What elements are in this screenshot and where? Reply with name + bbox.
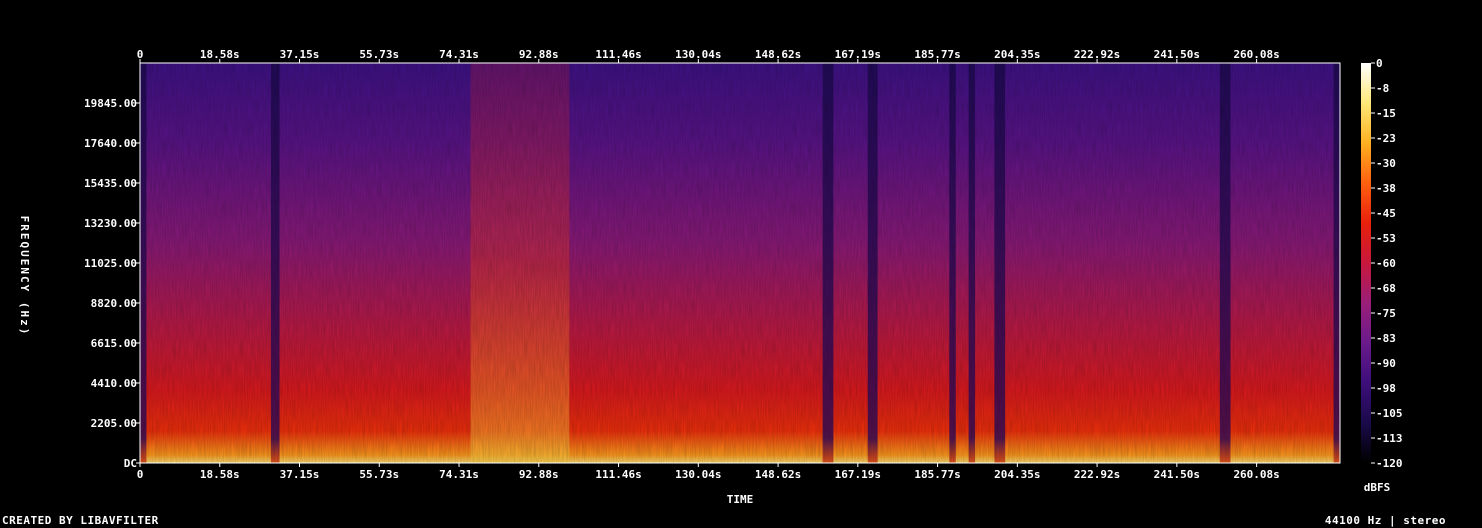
- y-tick-label: 19845.00: [84, 97, 137, 110]
- x-tick-label-bottom: 92.88s: [519, 468, 559, 481]
- colorbar: 0 -8 -15 -23 -30 -38 -45 -53 -60 -68 -75 -83 -90 -98 -…: [1361, 57, 1403, 494]
- y-tick-label: 11025.00: [84, 257, 137, 270]
- x-tick-label-top: 185.77s: [914, 48, 960, 61]
- plot-area: [139, 62, 1341, 464]
- colorbar-tick-label: -15: [1376, 107, 1396, 120]
- x-tick-label-top: 37.15s: [280, 48, 320, 61]
- colorbar-tick-label: 0: [1376, 57, 1383, 70]
- colorbar-label: dBFS: [1364, 481, 1391, 494]
- x-tick-label-top: 148.62s: [755, 48, 801, 61]
- x-tick-label-bottom: 74.31s: [439, 468, 479, 481]
- x-tick-label-top: 167.19s: [835, 48, 881, 61]
- x-tick-label-top: 241.50s: [1154, 48, 1200, 61]
- x-tick-label-bottom: 167.19s: [835, 468, 881, 481]
- spectrogram-chart: 0 18.58s 37.15s 55.73s 74.31s 92.88s 111.46s 13…: [18, 48, 1403, 506]
- x-tick-label-bottom: 0: [137, 468, 144, 481]
- y-tick-label: 17640.00: [84, 137, 137, 150]
- spectrogram-texture: [140, 63, 1340, 463]
- x-tick-label-bottom: 55.73s: [359, 468, 399, 481]
- colorbar-tick-label: -120: [1376, 457, 1403, 470]
- colorbar-tick-label: -83: [1376, 332, 1396, 345]
- y-tick-label: 6615.00: [91, 337, 137, 350]
- x-tick-label-bottom: 18.58s: [200, 468, 240, 481]
- x-tick-label-bottom: 204.35s: [994, 468, 1040, 481]
- y-tick-label: 4410.00: [91, 377, 137, 390]
- x-tick-label-bottom: 111.46s: [595, 468, 641, 481]
- colorbar-tick-label: -45: [1376, 207, 1396, 220]
- y-axis: DC 2205.00 4410.00 6615.00 8820.00 11025.00 13…: [84, 97, 140, 470]
- colorbar-tick-label: -30: [1376, 157, 1396, 170]
- colorbar-tick-label: -8: [1376, 82, 1389, 95]
- colorbar-tick-label: -113: [1376, 432, 1403, 445]
- x-tick-label-bottom: 148.62s: [755, 468, 801, 481]
- y-axis-label: FREQUENCY (Hz): [18, 216, 31, 337]
- colorbar-gradient: [1361, 63, 1371, 463]
- colorbar-tick-label: -75: [1376, 307, 1396, 320]
- x-tick-label-top: 74.31s: [439, 48, 479, 61]
- y-tick-label: 2205.00: [91, 417, 137, 430]
- y-tick-label: 13230.00: [84, 217, 137, 230]
- x-axis-top: 0 18.58s 37.15s 55.73s 74.31s 92.88s 111.46s 13…: [137, 48, 1280, 63]
- x-axis-bottom: 0 18.58s 37.15s 55.73s 74.31s 92.88s 111.46s 13…: [137, 463, 1280, 481]
- colorbar-ticks: 0 -8 -15 -23 -30 -38 -45 -53 -60 -68 -75 -83 -90 -98 -…: [1371, 57, 1403, 470]
- y-tick-label: DC: [124, 457, 137, 470]
- footer-audio-info: 44100 Hz | stereo: [1324, 514, 1446, 527]
- x-tick-label-bottom: 130.04s: [675, 468, 721, 481]
- x-tick-label-top: 92.88s: [519, 48, 559, 61]
- y-tick-label: 8820.00: [91, 297, 137, 310]
- footer-credit: CREATED BY LIBAVFILTER: [2, 514, 159, 527]
- x-tick-label-top: 111.46s: [595, 48, 641, 61]
- x-tick-label-top: 55.73s: [359, 48, 399, 61]
- colorbar-tick-label: -38: [1376, 182, 1396, 195]
- x-tick-label-top: 0: [137, 48, 144, 61]
- x-tick-label-bottom: 37.15s: [280, 468, 320, 481]
- x-tick-label-top: 204.35s: [994, 48, 1040, 61]
- colorbar-tick-label: -105: [1376, 407, 1403, 420]
- x-tick-label-bottom: 222.92s: [1074, 468, 1120, 481]
- colorbar-tick-label: -68: [1376, 282, 1396, 295]
- colorbar-tick-label: -60: [1376, 257, 1396, 270]
- x-tick-label-top: 222.92s: [1074, 48, 1120, 61]
- colorbar-tick-label: -98: [1376, 382, 1396, 395]
- colorbar-tick-label: -90: [1376, 357, 1396, 370]
- x-tick-label-top: 130.04s: [675, 48, 721, 61]
- x-tick-label-top: 260.08s: [1233, 48, 1279, 61]
- x-tick-label-bottom: 260.08s: [1233, 468, 1279, 481]
- x-tick-label-top: 18.58s: [200, 48, 240, 61]
- y-tick-label: 15435.00: [84, 177, 137, 190]
- x-axis-label: TIME: [727, 493, 754, 506]
- colorbar-tick-label: -23: [1376, 132, 1396, 145]
- x-tick-label-bottom: 185.77s: [914, 468, 960, 481]
- colorbar-tick-label: -53: [1376, 232, 1396, 245]
- x-tick-label-bottom: 241.50s: [1154, 468, 1200, 481]
